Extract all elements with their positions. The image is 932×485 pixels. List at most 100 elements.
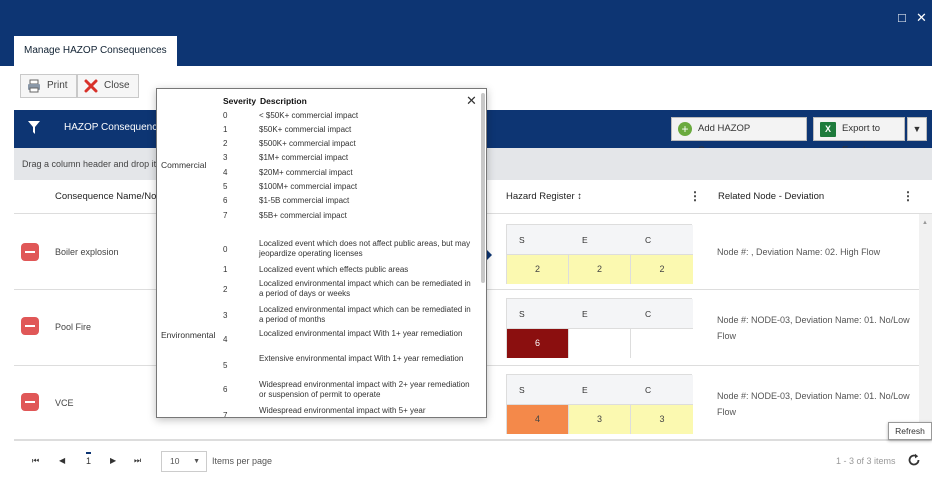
column-header-hazard-register[interactable]: Hazard Register ↕: [506, 191, 582, 202]
severity-description: $50K+ commercial impact: [259, 125, 352, 134]
close-icon[interactable]: ✕: [466, 93, 477, 109]
severity-value: 6: [223, 196, 228, 205]
header-s: S: [519, 309, 525, 319]
column-header-related-node[interactable]: Related Node - Deviation: [718, 191, 824, 202]
close-label: Close: [104, 80, 130, 91]
severity-description: $100M+ commercial impact: [259, 182, 358, 191]
print-button[interactable]: Print: [20, 74, 77, 98]
refresh-icon[interactable]: [907, 453, 921, 467]
prev-page-icon[interactable]: ◀: [59, 456, 65, 465]
severity-c: 2: [631, 255, 693, 284]
severity-description: Localized environmental impact With 1+ y…: [259, 329, 463, 338]
hazard-register-matrix: S E C 2 2 2: [506, 224, 693, 284]
severity-description: $5B+ commercial impact: [259, 211, 347, 220]
severity-description: Extensive environmental impact With 1+ y…: [259, 354, 464, 363]
severity-e: 2: [569, 255, 631, 284]
severity-c: 3: [631, 405, 693, 434]
items-per-page-label: Items per page: [212, 456, 273, 466]
printer-icon: [28, 79, 40, 93]
delete-row-button[interactable]: [21, 243, 39, 261]
popup-scrollbar[interactable]: [481, 93, 485, 283]
severity-description: $1M+ commercial impact: [259, 153, 349, 162]
header-e: E: [582, 385, 588, 395]
scroll-up-icon[interactable]: ▲: [922, 220, 928, 226]
severity-value: 6: [223, 385, 228, 394]
delete-row-button[interactable]: [21, 317, 39, 335]
severity-value: 7: [223, 411, 228, 418]
severity-description: $500K+ commercial impact: [259, 139, 356, 148]
restore-icon[interactable]: □: [898, 11, 906, 25]
hazard-register-matrix: S E C 4 3 3: [506, 374, 693, 434]
severity-value: 2: [223, 285, 228, 294]
filter-icon[interactable]: [28, 121, 40, 135]
consequence-name[interactable]: Boiler explosion: [55, 247, 119, 257]
severity-e: [569, 329, 631, 358]
severity-description: Localized environmental impact which can…: [259, 279, 471, 298]
title-bar: □ ✕: [0, 0, 932, 36]
severity-description: Widespread environmental impact with 2+ …: [259, 380, 470, 399]
related-node-deviation: Node #: NODE-03, Deviation Name: 01. No/…: [717, 315, 910, 341]
page-size-value: 10: [170, 456, 180, 466]
severity-description: Localized event which does not affect pu…: [259, 239, 471, 258]
header-e: E: [582, 309, 588, 319]
chevron-down-icon: ▼: [193, 458, 200, 465]
severity-value: 7: [223, 211, 228, 220]
last-page-icon[interactable]: ⏭: [134, 456, 141, 466]
close-icon: [84, 79, 98, 93]
app-window: □ ✕ Manage HAZOP Consequences Print Clos…: [0, 0, 932, 485]
page-size-select[interactable]: 10 ▼: [161, 451, 207, 472]
severity-c: [631, 329, 693, 358]
severity-value: 4: [223, 335, 228, 344]
severity-s: 2: [507, 255, 569, 284]
header-c: C: [645, 309, 652, 319]
export-dropdown-chevron-icon[interactable]: ▼: [907, 117, 927, 141]
pager: ⏮ ◀ 1 ▶ ⏭ 10 ▼ Items per page 1 - 3 of 3…: [14, 440, 932, 480]
severity-value: 2: [223, 139, 228, 148]
next-page-icon[interactable]: ▶: [110, 456, 116, 465]
column-header-name[interactable]: Consequence Name/No.: [55, 191, 159, 202]
export-to-excel-button[interactable]: X Export to Excel: [813, 117, 905, 156]
severity-value: 1: [223, 265, 228, 274]
severity-description-popup: ✕ Severity Description Commercial 0 < $5…: [156, 88, 487, 418]
related-column-menu-icon[interactable]: ⋮: [902, 189, 914, 203]
severity-description: $1-5B commercial impact: [259, 196, 350, 205]
grid-scrollbar[interactable]: ▲: [919, 214, 932, 440]
items-summary: 1 - 3 of 3 items: [836, 456, 896, 466]
popup-pointer: [487, 250, 492, 260]
consequence-name[interactable]: Pool Fire: [55, 322, 91, 332]
add-hazop-consequence-button[interactable]: + Add HAZOP Consequence: [671, 117, 807, 156]
related-node-deviation: Node #: NODE-03, Deviation Name: 01. No/…: [717, 391, 910, 417]
header-c: C: [645, 385, 652, 395]
first-page-icon[interactable]: ⏮: [32, 456, 39, 466]
severity-header: Severity: [223, 96, 257, 106]
severity-e: 3: [569, 405, 631, 434]
delete-row-button[interactable]: [21, 393, 39, 411]
header-s: S: [519, 235, 525, 245]
close-button[interactable]: Close: [77, 74, 139, 98]
severity-value: 4: [223, 168, 228, 177]
commercial-category-label: Commercial: [161, 160, 207, 170]
panel-title: HAZOP Consequences: [64, 122, 168, 133]
header-s: S: [519, 385, 525, 395]
hazard-register-matrix: S E C 6: [506, 298, 693, 358]
tab-bar: Manage HAZOP Consequences: [0, 36, 932, 66]
severity-description: Localized environmental impact which can…: [259, 305, 471, 324]
severity-description: $20M+ commercial impact: [259, 168, 353, 177]
header-e: E: [582, 235, 588, 245]
severity-description: Localized event which effects public are…: [259, 265, 409, 274]
severity-description: < $50K+ commercial impact: [259, 111, 359, 120]
current-page[interactable]: 1: [86, 452, 92, 466]
related-node-deviation: Node #: , Deviation Name: 02. High Flow: [717, 247, 881, 257]
severity-value: 3: [223, 153, 228, 162]
excel-icon: X: [820, 122, 836, 137]
severity-value: 3: [223, 311, 228, 320]
severity-value: 0: [223, 111, 228, 120]
severity-value: 5: [223, 361, 228, 370]
severity-description: Widespread environmental impact with 5+ …: [259, 406, 426, 415]
tab-manage-hazop-consequences[interactable]: Manage HAZOP Consequences: [14, 36, 177, 66]
severity-value: 5: [223, 182, 228, 191]
environmental-category-label: Environmental: [161, 330, 216, 340]
consequence-name[interactable]: VCE: [55, 398, 74, 408]
hazard-column-menu-icon[interactable]: ⋮: [689, 189, 701, 203]
close-window-icon[interactable]: ✕: [916, 11, 927, 25]
